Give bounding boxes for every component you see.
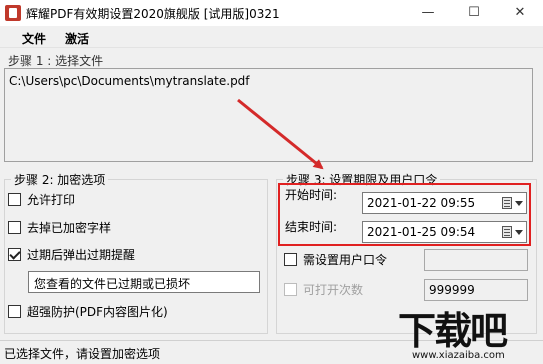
open-count-label: 可打开次数 <box>303 282 364 297</box>
calendar-icon[interactable] <box>502 197 512 209</box>
open-count-check-icon <box>284 282 297 296</box>
end-time-label: 结束时间: <box>285 220 338 234</box>
expire-popup-check-icon[interactable] <box>8 247 21 261</box>
chevron-down-icon[interactable] <box>515 201 523 206</box>
minimize-button[interactable]: — <box>405 0 451 26</box>
expire-popup-checkbox[interactable]: 过期后弹出过期提醒 <box>8 246 135 262</box>
need-password-checkbox[interactable]: 需设置用户口令 <box>284 251 387 267</box>
strong-protect-label: 超强防护(PDF内容图片化) <box>27 304 168 319</box>
open-count-checkbox: 可打开次数 <box>284 281 363 297</box>
expire-message-input[interactable]: 您查看的文件已过期或已损坏 <box>28 271 260 293</box>
menu-bar: 文件 激活 <box>0 26 543 48</box>
start-time-value: 2021-01-22 09:55 <box>367 196 476 210</box>
strong-protect-checkbox[interactable]: 超强防护(PDF内容图片化) <box>8 303 168 319</box>
status-bar: 已选择文件，请设置加密选项 <box>0 340 543 364</box>
password-input[interactable] <box>424 249 528 271</box>
start-time-picker[interactable]: 2021-01-22 09:55 <box>362 192 527 214</box>
start-time-label: 开始时间: <box>285 188 338 202</box>
step1-label: 步骤 1 : 选择文件 <box>8 54 104 68</box>
allow-print-checkbox[interactable]: 允许打印 <box>8 191 75 207</box>
allow-print-label: 允许打印 <box>27 192 76 207</box>
title-bar: 辉耀PDF有效期设置2020旗舰版 [试用版]0321 — ☐ ✕ <box>0 0 543 26</box>
remove-watermark-label: 去掉已加密字样 <box>27 220 112 235</box>
open-count-input: 999999 <box>424 279 528 301</box>
maximize-button[interactable]: ☐ <box>451 0 497 26</box>
calendar-icon[interactable] <box>502 226 512 238</box>
step2-legend: 步骤 2: 加密选项 <box>14 173 106 187</box>
end-time-picker[interactable]: 2021-01-25 09:54 <box>362 221 527 243</box>
remove-watermark-checkbox[interactable]: 去掉已加密字样 <box>8 219 111 235</box>
need-password-check-icon[interactable] <box>284 252 297 266</box>
allow-print-check-icon[interactable] <box>8 192 21 206</box>
window-title: 辉耀PDF有效期设置2020旗舰版 [试用版]0321 <box>26 7 280 21</box>
file-path-text: C:\Users\pc\Documents\mytranslate.pdf <box>9 74 250 88</box>
app-pdf-icon <box>5 5 21 21</box>
end-time-value: 2021-01-25 09:54 <box>367 225 476 239</box>
menu-activate[interactable]: 激活 <box>65 30 89 47</box>
expire-popup-label: 过期后弹出过期提醒 <box>27 247 136 262</box>
close-button[interactable]: ✕ <box>497 0 543 26</box>
status-text: 已选择文件，请设置加密选项 <box>4 347 161 361</box>
need-password-label: 需设置用户口令 <box>303 252 388 267</box>
menu-file[interactable]: 文件 <box>22 30 46 47</box>
file-drop-area[interactable]: C:\Users\pc\Documents\mytranslate.pdf <box>4 68 533 162</box>
remove-watermark-check-icon[interactable] <box>8 220 21 234</box>
strong-protect-check-icon[interactable] <box>8 304 21 318</box>
chevron-down-icon[interactable] <box>515 230 523 235</box>
